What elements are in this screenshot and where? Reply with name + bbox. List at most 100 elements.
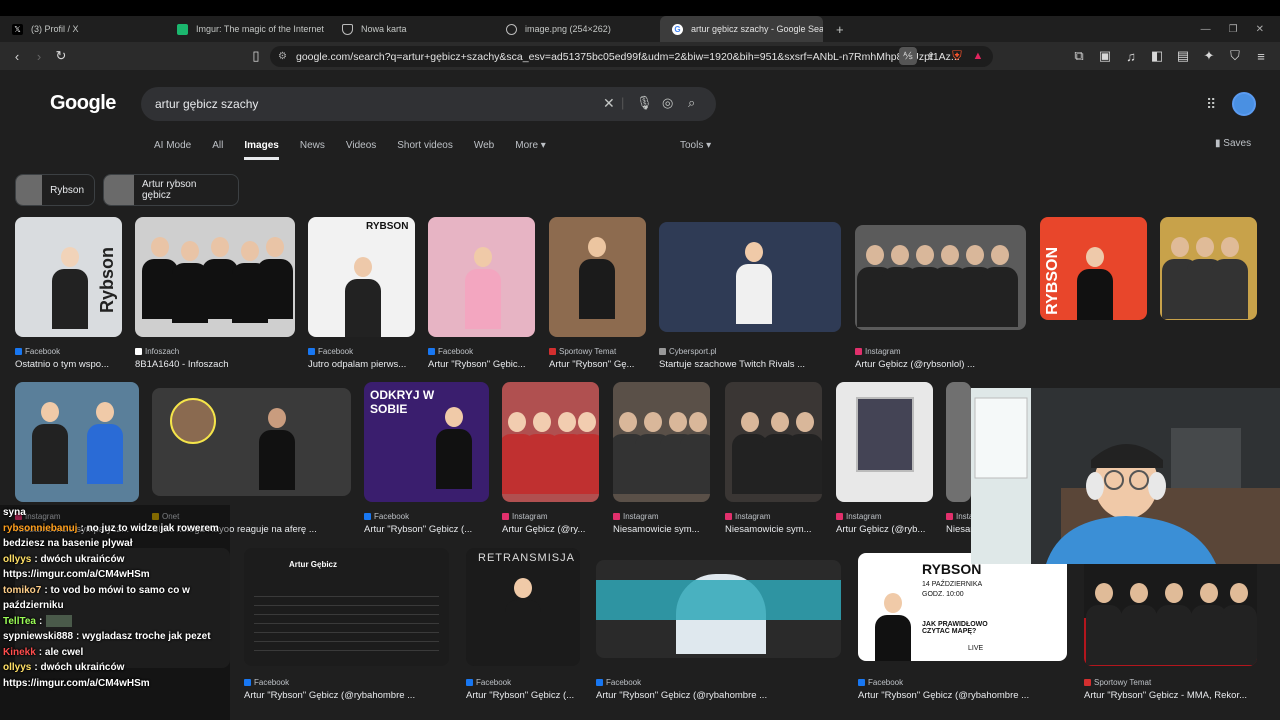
result-image[interactable] (596, 560, 841, 658)
tab-image-png[interactable]: image.png (254×262) (494, 16, 659, 42)
result-image[interactable] (15, 382, 139, 502)
result-image[interactable] (428, 217, 535, 337)
microphone-icon[interactable]: 🎙 (636, 95, 653, 111)
result-image[interactable] (946, 382, 971, 502)
result-source[interactable]: Instagram (613, 512, 723, 521)
result-image[interactable]: ODKRYJ W SOBIE (364, 382, 489, 502)
chat-username[interactable]: syna (3, 507, 26, 518)
result-source[interactable]: Facebook (308, 347, 418, 356)
result-source[interactable]: Instagram (836, 512, 946, 521)
result-source[interactable]: Sportowy Temat (1084, 678, 1257, 687)
tab-google-search[interactable]: G artur gębicz szachy - Google Sea ✕ (660, 16, 823, 42)
chat-username[interactable]: sypniewski888 (3, 631, 73, 642)
close-window-icon[interactable]: ✕ (1256, 24, 1264, 35)
result-caption[interactable]: Artur Gębicz (@rybsonlol) ... (855, 359, 1025, 370)
result-caption[interactable]: Artur "Rybson" Gębicz - MMA, Rekor... (1084, 690, 1280, 701)
tab-imgur[interactable]: Imgur: The magic of the Internet (165, 16, 333, 42)
tab-web[interactable]: Web (474, 140, 494, 160)
result-image[interactable] (135, 217, 295, 337)
tab-all[interactable]: All (212, 140, 223, 160)
lens-icon[interactable]: ◎ (662, 95, 673, 111)
search-box[interactable]: artur gębicz szachy ✕ | 🎙 ◎ ⌕ (141, 87, 716, 121)
tab-new[interactable]: Nowa karta (330, 16, 495, 42)
result-image[interactable] (1084, 548, 1257, 666)
chat-username[interactable]: rybsonniebanuj (3, 523, 77, 534)
result-image[interactable]: RETRANSMISJA (466, 548, 580, 666)
search-icon[interactable]: ⌕ (688, 95, 695, 111)
result-image[interactable]: RYBSON 14 PAŹDZIERNIKA GODZ. 10:00 JAK PRAW… (858, 553, 1067, 661)
result-source[interactable]: Facebook (596, 678, 841, 687)
result-source[interactable]: Infoszach (135, 347, 295, 356)
result-source[interactable]: Instagram (855, 347, 1026, 356)
result-source[interactable]: Sportowy Temat (549, 347, 659, 356)
address-bar[interactable]: ⚙ google.com/search?q=artur+gębicz+szach… (270, 46, 993, 67)
bookmark-icon[interactable]: ▯ (245, 45, 267, 67)
share-icon[interactable]: ⇪ (920, 45, 942, 67)
tab-short-videos[interactable]: Short videos (397, 140, 453, 160)
chat-username[interactable]: ollyys (3, 554, 31, 565)
reload-icon[interactable]: ↻ (50, 45, 72, 67)
result-source[interactable]: Instagram (502, 512, 612, 521)
result-caption[interactable]: Jutro odpalam pierws... (308, 359, 418, 370)
chat-username[interactable]: TellTea (3, 616, 36, 627)
result-source[interactable]: Facebook (244, 678, 449, 687)
result-caption[interactable]: Artur "Rybson" Gębic... (428, 359, 538, 370)
media-icon[interactable]: ♫ (1120, 45, 1142, 67)
result-caption[interactable]: Niesamowicie sym... (725, 524, 835, 535)
translate-icon[interactable]: ⅍ (899, 47, 917, 65)
restore-icon[interactable]: ❐ (1229, 24, 1238, 35)
result-image[interactable] (659, 222, 841, 332)
result-source[interactable]: Facebook (15, 347, 125, 356)
result-image[interactable] (549, 217, 646, 337)
forward-icon[interactable]: › (28, 45, 50, 67)
result-caption[interactable]: Artur "Rybson" Gębicz (@rybahombre ... (244, 690, 444, 701)
result-caption[interactable]: Ostatnio o tym wspo... (15, 359, 125, 370)
menu-icon[interactable]: ≡ (1250, 45, 1272, 67)
result-image[interactable]: Rybson (15, 217, 122, 337)
result-caption[interactable]: Artur Gębicz (@ry... (502, 524, 612, 535)
chat-username[interactable]: tomiko7 (3, 585, 41, 596)
result-image[interactable]: Artur Gębicz (244, 548, 449, 666)
screenshot-icon[interactable]: ▣ (1094, 45, 1116, 67)
clear-icon[interactable]: ✕ (603, 95, 615, 112)
result-image[interactable] (836, 382, 933, 502)
result-source[interactable]: Facebook (466, 678, 580, 687)
vpn-icon[interactable]: ⛉ (1224, 45, 1246, 67)
result-image[interactable] (1160, 217, 1257, 320)
result-caption[interactable]: Artur "Rybson" Gębicz (@rybahombre ... (858, 690, 1058, 701)
result-image[interactable]: RYBSON (308, 217, 415, 337)
avatar[interactable] (1232, 92, 1256, 116)
result-source[interactable]: Instagram (725, 512, 835, 521)
chip-rybson[interactable]: Rybson (15, 174, 95, 206)
back-icon[interactable]: ‹ (6, 45, 28, 67)
apps-grid-icon[interactable]: ⠿ (1206, 96, 1216, 113)
result-source[interactable]: Facebook (364, 512, 489, 521)
result-caption[interactable]: Artur "Rybson" Gębicz (@rybahombre ... (596, 690, 796, 701)
google-logo[interactable]: Google (50, 92, 116, 115)
chat-username[interactable]: Kinekk (3, 647, 36, 658)
result-image[interactable] (502, 382, 599, 502)
new-tab-button[interactable]: + (824, 16, 848, 42)
tab-images[interactable]: Images (244, 140, 279, 160)
result-caption[interactable]: 8B1A1640 - Infoszach (135, 359, 295, 370)
minimize-icon[interactable]: — (1201, 24, 1211, 35)
wallet-icon[interactable]: ▤ (1172, 45, 1194, 67)
result-image[interactable]: RYBSON (1040, 217, 1147, 320)
extensions-icon[interactable]: ⧉ (1068, 45, 1090, 67)
brave-shields-icon[interactable]: ⛨ (946, 45, 968, 67)
result-image[interactable] (152, 388, 351, 496)
brave-rewards-icon[interactable]: ▲ (967, 45, 989, 67)
saves-button[interactable]: ▮ Saves (1215, 138, 1251, 149)
sidebar-icon[interactable]: ◧ (1146, 45, 1168, 67)
tab-x-profile[interactable]: 𝕏 (3) Profil / X (0, 16, 170, 42)
site-info-icon[interactable]: ⚙ (278, 51, 287, 62)
chip-artur-rybson-gebicz[interactable]: Artur rybson gębicz (103, 174, 239, 206)
result-image[interactable] (725, 382, 822, 502)
result-caption[interactable]: Startuje szachowe Twitch Rivals ... (659, 359, 829, 370)
result-source[interactable]: Cybersport.pl (659, 347, 841, 356)
result-caption[interactable]: Artur "Rybson" Gę... (549, 359, 659, 370)
tab-ai-mode[interactable]: AI Mode (154, 140, 191, 160)
result-caption[interactable]: Artur Gębicz (@ryb... (836, 524, 946, 535)
result-image[interactable] (613, 382, 710, 502)
tab-more[interactable]: More ▾ (515, 140, 546, 160)
